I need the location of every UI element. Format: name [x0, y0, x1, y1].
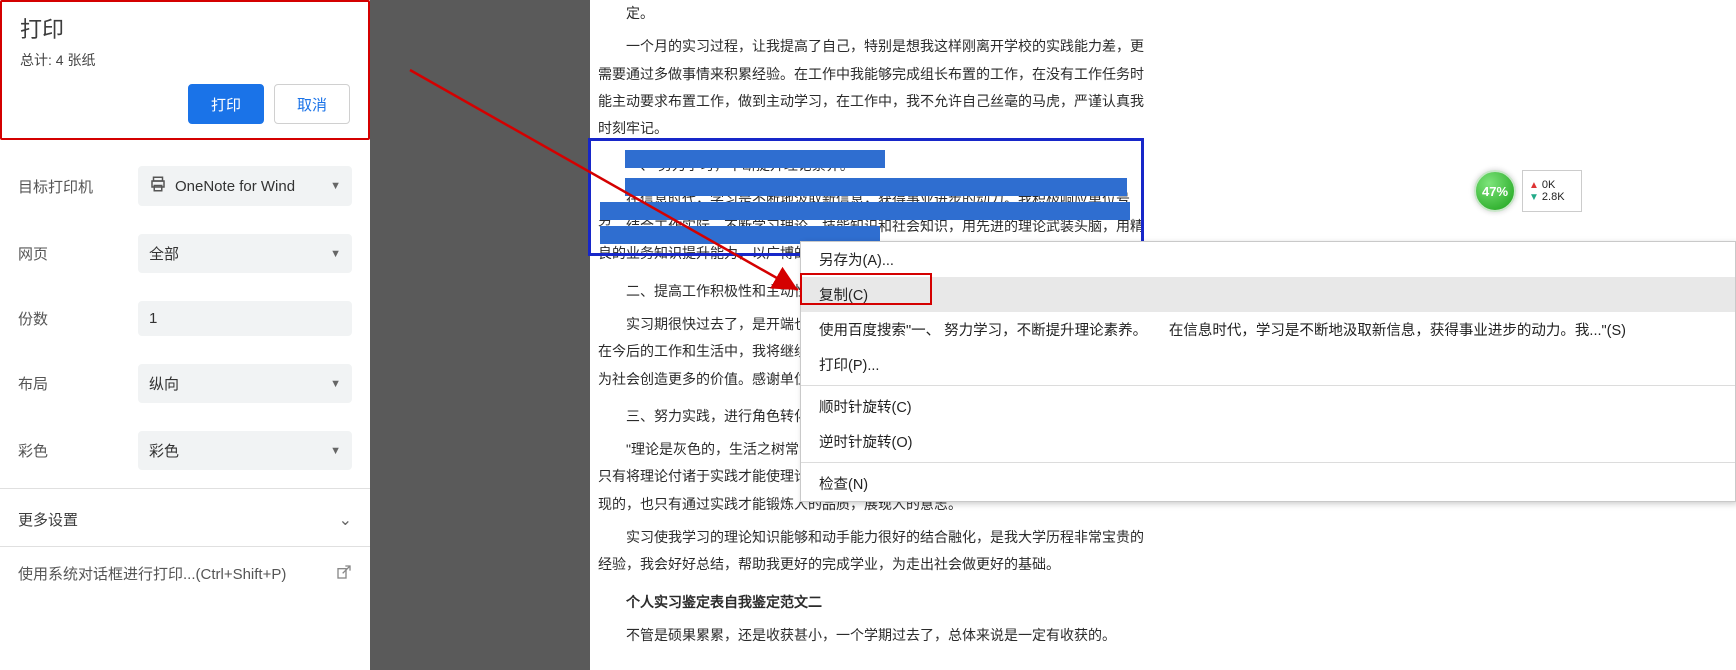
selection-highlight — [625, 150, 885, 168]
pages-label: 网页 — [18, 243, 138, 264]
ctx-separator — [801, 462, 1735, 463]
ctx-separator — [801, 385, 1735, 386]
chevron-down-icon: ▼ — [330, 248, 341, 260]
color-label: 彩色 — [18, 440, 138, 461]
pages-value: 全部 — [149, 243, 179, 264]
row-destination: 目标打印机 OneNote for Wind ▼ — [0, 152, 370, 220]
bold-heading: 个人实习鉴定表自我鉴定范文二 — [598, 589, 1152, 616]
layout-dropdown[interactable]: 纵向 ▼ — [138, 364, 352, 403]
print-total: 总计: 4 张纸 — [20, 50, 350, 70]
chevron-down-icon: ⌄ — [339, 510, 352, 530]
more-settings[interactable]: 更多设置 ⌄ — [0, 493, 370, 546]
pages-dropdown[interactable]: 全部 ▼ — [138, 234, 352, 273]
layout-label: 布局 — [18, 373, 138, 394]
print-header: 打印 总计: 4 张纸 打印 取消 — [0, 0, 370, 140]
print-panel: 打印 总计: 4 张纸 打印 取消 目标打印机 OneNote for Wind… — [0, 0, 370, 670]
para: 不管是硕果累累，还是收获甚小，一个学期过去了，总体来说是一定有收获的。 — [598, 622, 1152, 649]
row-pages: 网页 全部 ▼ — [0, 220, 370, 287]
divider — [0, 488, 370, 489]
ctx-save-as[interactable]: 另存为(A)... — [801, 242, 1735, 277]
chevron-down-icon: ▼ — [330, 180, 341, 192]
color-dropdown[interactable]: 彩色 ▼ — [138, 431, 352, 470]
para: 实习使我学习的理论知识能够和动手能力很好的结合融化，是我大学历程非常宝贵的经验，… — [598, 524, 1152, 579]
ctx-copy[interactable]: 复制(C) — [801, 277, 1735, 312]
network-speed-widget[interactable]: ▲0K ▼2.8K — [1522, 170, 1582, 212]
row-copies: 份数 1 — [0, 287, 370, 350]
row-color: 彩色 彩色 ▼ — [0, 417, 370, 484]
destination-value: OneNote for Wind — [175, 178, 295, 195]
upload-speed: 0K — [1542, 179, 1555, 191]
ctx-print[interactable]: 打印(P)... — [801, 347, 1735, 382]
print-button[interactable]: 打印 — [188, 84, 264, 124]
para: 一个月的实习过程，让我提高了自己，特别是想我这样刚离开学校的实践能力差，更需要通… — [598, 33, 1152, 142]
cancel-button[interactable]: 取消 — [274, 84, 350, 124]
print-title: 打印 — [20, 12, 350, 44]
ctx-inspect[interactable]: 检查(N) — [801, 466, 1735, 501]
printer-icon — [149, 175, 167, 197]
system-dialog-link[interactable]: 使用系统对话框进行打印...(Ctrl+Shift+P) — [0, 546, 370, 600]
destination-label: 目标打印机 — [18, 176, 138, 197]
copies-input[interactable]: 1 — [138, 301, 352, 336]
ctx-rotate-cw[interactable]: 顺时针旋转(C) — [801, 389, 1735, 424]
selection-highlight — [600, 202, 1130, 220]
chevron-down-icon: ▼ — [330, 378, 341, 390]
para: 定。 — [598, 0, 1152, 27]
context-menu[interactable]: 另存为(A)... 复制(C) 使用百度搜索"一、 努力学习，不断提升理论素养。… — [800, 241, 1736, 502]
destination-dropdown[interactable]: OneNote for Wind ▼ — [138, 166, 352, 206]
progress-badge[interactable]: 47% — [1474, 170, 1516, 212]
chevron-down-icon: ▼ — [330, 445, 341, 457]
download-speed: 2.8K — [1542, 191, 1565, 203]
ctx-search[interactable]: 使用百度搜索"一、 努力学习，不断提升理论素养。 在信息时代，学习是不断地汲取新… — [801, 312, 1735, 347]
open-external-icon — [336, 564, 352, 584]
ctx-rotate-ccw[interactable]: 逆时针旋转(O) — [801, 424, 1735, 459]
layout-value: 纵向 — [149, 373, 179, 394]
system-dialog-label: 使用系统对话框进行打印...(Ctrl+Shift+P) — [18, 563, 286, 584]
copies-label: 份数 — [18, 308, 138, 329]
row-layout: 布局 纵向 ▼ — [0, 350, 370, 417]
download-icon: ▼ — [1529, 192, 1539, 203]
color-value: 彩色 — [149, 440, 179, 461]
upload-icon: ▲ — [1529, 180, 1539, 191]
more-settings-label: 更多设置 — [18, 509, 78, 530]
selection-highlight — [625, 178, 1127, 196]
